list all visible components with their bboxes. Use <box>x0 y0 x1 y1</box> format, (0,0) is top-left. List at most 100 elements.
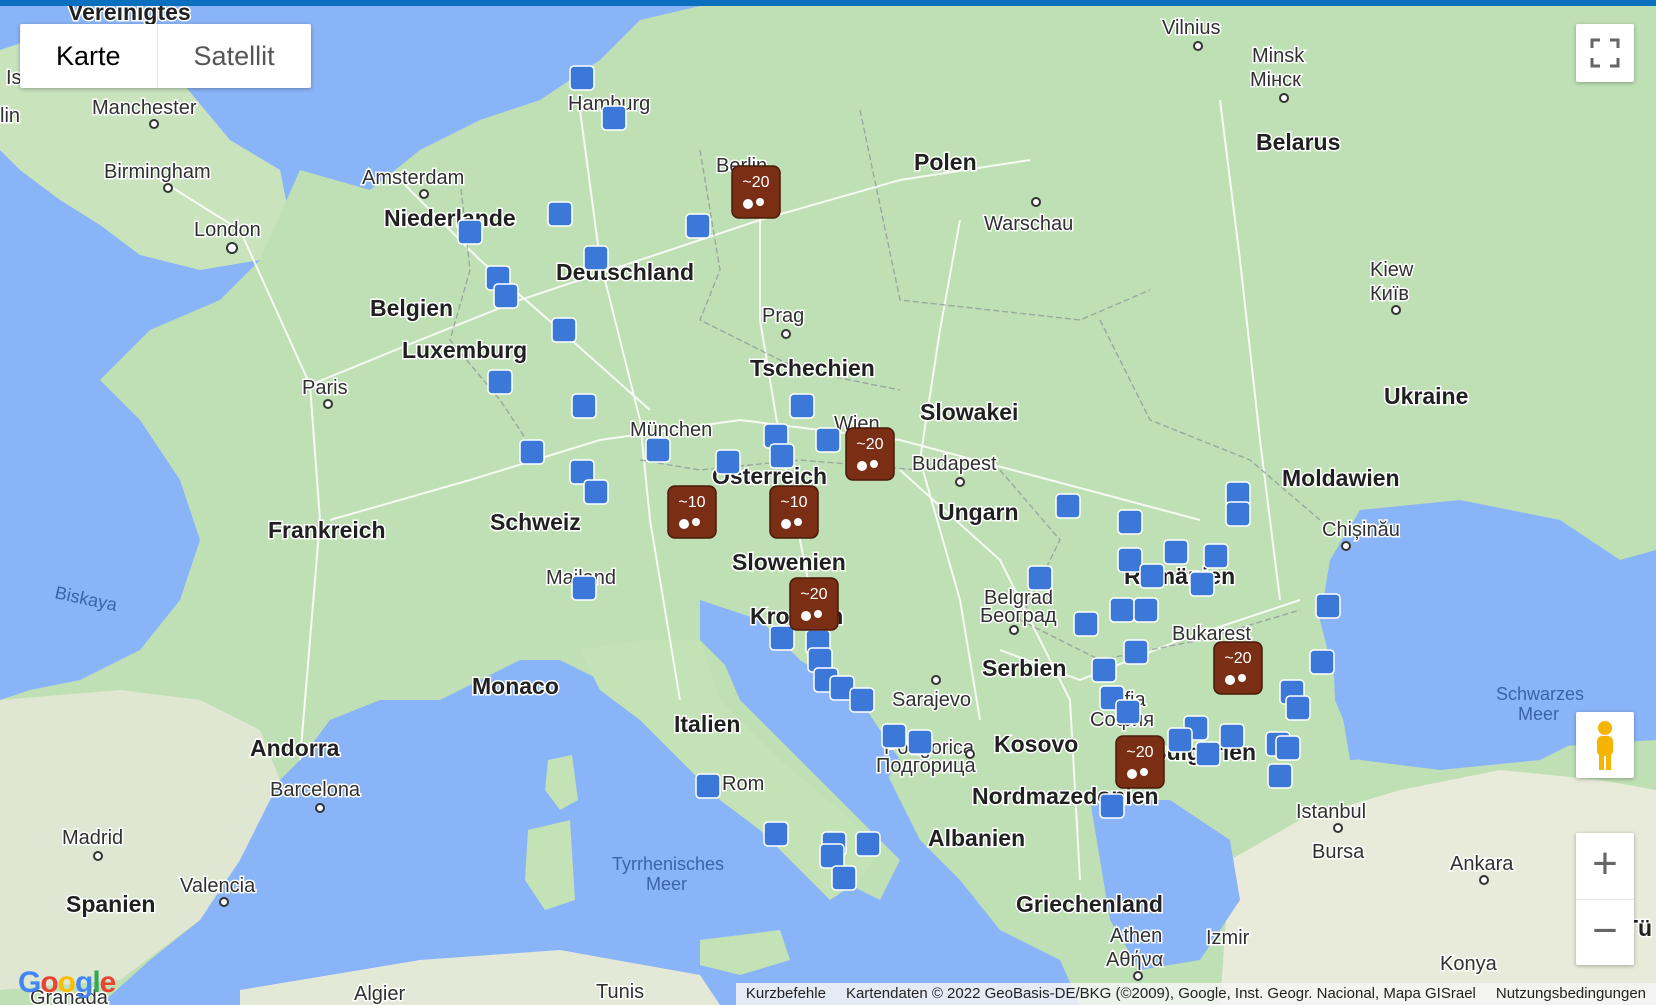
map-canvas[interactable]: Vereinigtes Niederlande Deutschland Belg… <box>0 6 1656 1005</box>
svg-text:~10: ~10 <box>780 494 807 511</box>
map-marker[interactable] <box>1163 539 1189 565</box>
terms-link[interactable]: Nutzungsbedingungen <box>1486 983 1656 1005</box>
map-marker[interactable] <box>1267 763 1293 789</box>
zoom-in-button[interactable]: + <box>1576 833 1634 900</box>
label-city-athens: Athen <box>1110 925 1162 947</box>
label-country-albania: Albanien <box>928 825 1025 851</box>
svg-text:~20: ~20 <box>1224 650 1251 667</box>
label-country-spain: Spanien <box>66 891 155 917</box>
label-country-luxembourg: Luxemburg <box>402 337 527 363</box>
map-marker[interactable] <box>849 687 875 713</box>
map-marker[interactable] <box>1139 563 1165 589</box>
label-city-podgorica-cyr: Подгорица <box>876 755 976 777</box>
map-marker[interactable] <box>1115 699 1141 725</box>
label-city-rome: Rom <box>722 773 764 795</box>
map-marker[interactable] <box>855 831 881 857</box>
map-marker[interactable] <box>1203 543 1229 569</box>
map-type-control: Karte Satellit <box>20 24 311 88</box>
keyboard-shortcuts-link[interactable]: Kurzbefehle <box>736 983 836 1005</box>
map-marker[interactable] <box>1275 735 1301 761</box>
map-marker[interactable] <box>1055 493 1081 519</box>
map-marker[interactable] <box>1219 723 1245 749</box>
label-city-amsterdam: Amsterdam <box>362 167 464 189</box>
map-marker[interactable] <box>487 369 513 395</box>
map-marker[interactable] <box>769 443 795 469</box>
street-view-button[interactable] <box>1576 712 1634 778</box>
map-marker[interactable] <box>1167 727 1193 753</box>
fullscreen-button[interactable] <box>1576 24 1634 82</box>
map-type-satellite-button[interactable]: Satellit <box>158 24 311 88</box>
label-sea-tyrrhenian-meer: Meer <box>646 874 687 894</box>
label-city-madrid: Madrid <box>62 827 123 849</box>
label-city-london: London <box>194 219 261 241</box>
map-marker[interactable] <box>571 393 597 419</box>
cluster-marker[interactable]: ~10 <box>667 485 717 539</box>
label-country-poland: Polen <box>914 149 977 175</box>
zoom-out-button[interactable]: − <box>1576 900 1634 966</box>
map-marker[interactable] <box>831 865 857 891</box>
label-country-monaco: Monaco <box>472 673 559 699</box>
map-marker[interactable] <box>645 437 671 463</box>
map-marker[interactable] <box>907 729 933 755</box>
map-marker[interactable] <box>1309 649 1335 675</box>
label-country-andorra: Andorra <box>250 735 340 761</box>
label-country-belgium: Belgien <box>370 295 453 321</box>
map-marker[interactable] <box>583 245 609 271</box>
map-marker[interactable] <box>601 105 627 131</box>
pegman-icon <box>1597 721 1613 770</box>
map-marker[interactable] <box>815 427 841 453</box>
map-marker[interactable] <box>519 439 545 465</box>
map-marker[interactable] <box>769 625 795 651</box>
label-country-slovenia: Slowenien <box>732 549 846 575</box>
map-marker[interactable] <box>695 773 721 799</box>
label-city-belgrade-cyr: Београд <box>980 605 1057 627</box>
map-marker[interactable] <box>1133 597 1159 623</box>
cluster-marker[interactable]: ~20 <box>845 427 895 481</box>
map-marker[interactable] <box>685 213 711 239</box>
map-marker[interactable] <box>1123 639 1149 665</box>
map-marker[interactable] <box>1225 501 1251 527</box>
label-city-athens-greek: Αθήνα <box>1106 949 1163 971</box>
map-marker[interactable] <box>1027 565 1053 591</box>
label-city-minsk: Minsk <box>1252 45 1305 67</box>
map-marker[interactable] <box>789 393 815 419</box>
label-country-germany: Deutschland <box>556 259 694 285</box>
map-marker[interactable] <box>819 843 845 869</box>
map-marker[interactable] <box>715 449 741 475</box>
map-marker[interactable] <box>881 723 907 749</box>
map-type-map-button[interactable]: Karte <box>20 24 158 88</box>
cluster-marker[interactable]: ~20 <box>789 577 839 631</box>
map-marker[interactable] <box>1195 741 1221 767</box>
map-marker[interactable] <box>493 283 519 309</box>
map-marker[interactable] <box>1189 571 1215 597</box>
svg-text:~20: ~20 <box>800 586 827 603</box>
map-marker[interactable] <box>1073 611 1099 637</box>
map-marker[interactable] <box>569 65 595 91</box>
map-marker[interactable] <box>1117 509 1143 535</box>
map-marker[interactable] <box>763 821 789 847</box>
map-marker[interactable] <box>571 575 597 601</box>
label-country-moldova: Moldawien <box>1282 465 1400 491</box>
cluster-marker[interactable]: ~10 <box>769 485 819 539</box>
map-marker[interactable] <box>1109 597 1135 623</box>
cluster-marker[interactable]: ~20 <box>1115 735 1165 789</box>
cluster-marker[interactable]: ~20 <box>1213 641 1263 695</box>
map-marker[interactable] <box>1099 793 1125 819</box>
label-country-netherlands: Niederlande <box>384 205 516 231</box>
label-city-istanbul: Istanbul <box>1296 801 1366 823</box>
label-city-paris: Paris <box>302 377 348 399</box>
map-marker[interactable] <box>547 201 573 227</box>
label-city-sarajevo: Sarajevo <box>892 689 971 711</box>
map-marker[interactable] <box>551 317 577 343</box>
map-marker[interactable] <box>1091 657 1117 683</box>
map-marker[interactable] <box>1315 593 1341 619</box>
label-country-hungary: Ungarn <box>938 499 1019 525</box>
google-logo: Google <box>18 966 116 999</box>
map-marker[interactable] <box>1117 547 1143 573</box>
label-country-uk: Vereinigtes <box>68 6 191 25</box>
map-marker[interactable] <box>1285 695 1311 721</box>
map-marker[interactable] <box>583 479 609 505</box>
cluster-marker[interactable]: ~20 <box>731 165 781 219</box>
label-city-ankara: Ankara <box>1450 853 1514 875</box>
map-marker[interactable] <box>457 219 483 245</box>
